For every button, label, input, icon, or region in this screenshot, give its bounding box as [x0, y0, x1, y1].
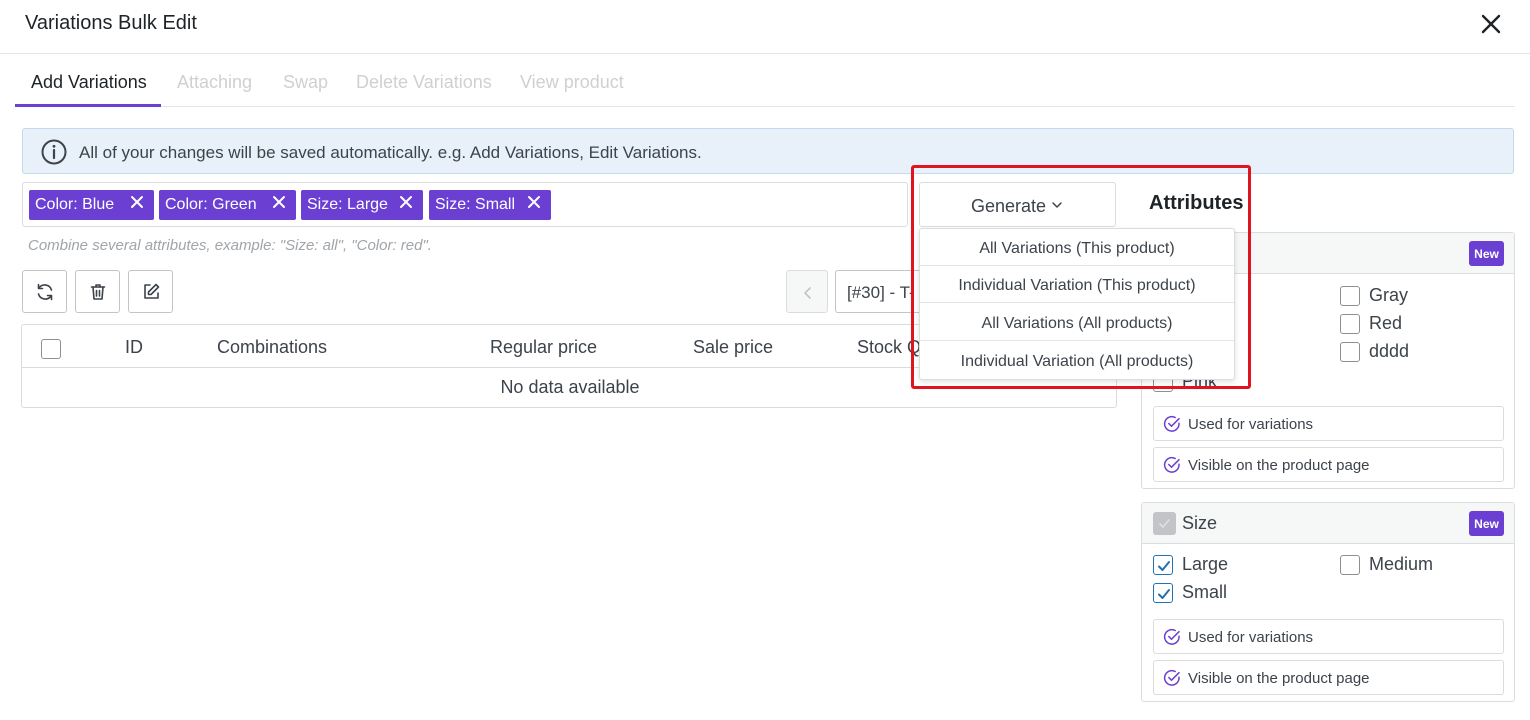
attribute-card-size: Size New Large Medium Small Used for var… — [1141, 502, 1515, 702]
option-label: Red — [1369, 313, 1403, 333]
check-circle-icon — [1163, 669, 1180, 686]
attribute-card-title: Size — [1182, 513, 1218, 533]
option-label: Visible on the product page — [1188, 670, 1370, 687]
checkbox[interactable] — [1340, 314, 1360, 334]
tab-attaching[interactable]: Attaching — [177, 72, 252, 93]
attributes-heading: Attributes — [1149, 192, 1244, 214]
option-label: Large — [1182, 554, 1229, 574]
menu-item-individual-variation-this-product[interactable]: Individual Variation (This product) — [920, 266, 1234, 303]
check-icon — [1159, 519, 1170, 528]
check-icon — [1158, 561, 1170, 571]
refresh-button[interactable] — [22, 270, 67, 313]
edit-button[interactable] — [128, 270, 173, 313]
tab-view-product[interactable]: View product — [520, 72, 624, 93]
attribute-combination-input[interactable]: Color: Blue Color: Green Size: Large Siz… — [22, 182, 908, 227]
checkbox[interactable] — [1153, 583, 1173, 603]
tab-bar: Add Variations Attaching Swap Delete Var… — [15, 62, 1515, 107]
used-for-variations-toggle[interactable]: Used for variations — [1153, 406, 1504, 441]
combination-hint: Combine several attributes, example: "Si… — [28, 237, 432, 254]
tab-delete-variations[interactable]: Delete Variations — [356, 72, 492, 93]
chip-remove-icon[interactable] — [399, 195, 413, 209]
chip-label: Size: Small — [435, 196, 516, 213]
chip-color-green: Color: Green — [159, 190, 296, 220]
trash-icon — [90, 284, 106, 300]
product-select[interactable]: [#30] - T- — [835, 270, 925, 313]
chip-label: Color: Blue — [35, 196, 115, 213]
checkbox[interactable] — [1340, 555, 1360, 575]
new-badge: New — [1469, 241, 1504, 266]
tab-swap[interactable]: Swap — [283, 72, 328, 93]
option-label: Used for variations — [1188, 629, 1314, 646]
attribute-select-checkbox[interactable] — [1153, 512, 1176, 535]
option-label: Small — [1182, 582, 1228, 602]
chevron-down-icon — [1052, 202, 1062, 208]
tab-add-variations[interactable]: Add Variations — [31, 72, 147, 93]
used-for-variations-toggle[interactable]: Used for variations — [1153, 619, 1504, 654]
check-icon — [1158, 589, 1170, 599]
select-all-checkbox[interactable] — [41, 339, 61, 359]
info-icon — [41, 139, 67, 165]
column-header-regular-price: Regular price — [490, 337, 598, 357]
option-label: dddd — [1369, 341, 1410, 361]
column-header-id: ID — [125, 337, 143, 357]
option-label: Visible on the product page — [1188, 457, 1370, 474]
menu-item-individual-variation-all-products[interactable]: Individual Variation (All products) — [920, 342, 1234, 379]
chip-remove-icon[interactable] — [272, 195, 286, 209]
chip-label: Size: Large — [307, 196, 388, 213]
option-label: Used for variations — [1188, 416, 1314, 433]
close-button[interactable] — [1478, 11, 1504, 37]
column-header-sale-price: Sale price — [693, 337, 774, 357]
check-circle-icon — [1163, 456, 1180, 473]
checkbox[interactable] — [1340, 286, 1360, 306]
generate-dropdown-menu: All Variations (This product) Individual… — [919, 228, 1235, 380]
checkbox[interactable] — [1340, 342, 1360, 362]
menu-item-all-variations-this-product[interactable]: All Variations (This product) — [920, 229, 1234, 266]
chip-remove-icon[interactable] — [130, 195, 144, 209]
chevron-left-icon — [804, 287, 811, 299]
column-header-combinations: Combinations — [217, 337, 328, 357]
active-tab-indicator — [15, 104, 161, 107]
visible-on-product-page-toggle[interactable]: Visible on the product page — [1153, 447, 1504, 482]
edit-icon — [144, 283, 160, 299]
chip-size-small: Size: Small — [429, 190, 551, 220]
refresh-icon — [37, 283, 53, 301]
check-circle-icon — [1163, 628, 1180, 645]
option-label: Medium — [1369, 554, 1434, 574]
attribute-card-header: Size New — [1142, 503, 1514, 544]
menu-item-all-variations-all-products[interactable]: All Variations (All products) — [920, 304, 1234, 341]
generate-button-label: Generate — [971, 196, 1047, 216]
chip-size-large: Size: Large — [301, 190, 423, 220]
visible-on-product-page-toggle[interactable]: Visible on the product page — [1153, 660, 1504, 695]
table-empty-message: No data available — [500, 377, 640, 397]
close-icon — [1481, 14, 1501, 34]
chip-label: Color: Green — [165, 196, 257, 213]
previous-product-button[interactable] — [786, 270, 828, 313]
product-select-value: [#30] - T- — [847, 283, 915, 302]
info-notice: All of your changes will be saved automa… — [22, 128, 1514, 174]
modal-title: Variations Bulk Edit — [25, 12, 197, 34]
modal-header: Variations Bulk Edit — [0, 0, 1530, 54]
new-badge: New — [1469, 511, 1504, 536]
chip-remove-icon[interactable] — [527, 195, 541, 209]
column-header-stock: Stock Q — [857, 337, 922, 357]
option-label: Gray — [1369, 285, 1409, 305]
check-circle-icon — [1163, 415, 1180, 432]
chip-color-blue: Color: Blue — [29, 190, 154, 220]
notice-text: All of your changes will be saved automa… — [79, 143, 702, 162]
checkbox[interactable] — [1153, 555, 1173, 575]
generate-button[interactable]: Generate — [919, 182, 1116, 227]
delete-button[interactable] — [75, 270, 120, 313]
